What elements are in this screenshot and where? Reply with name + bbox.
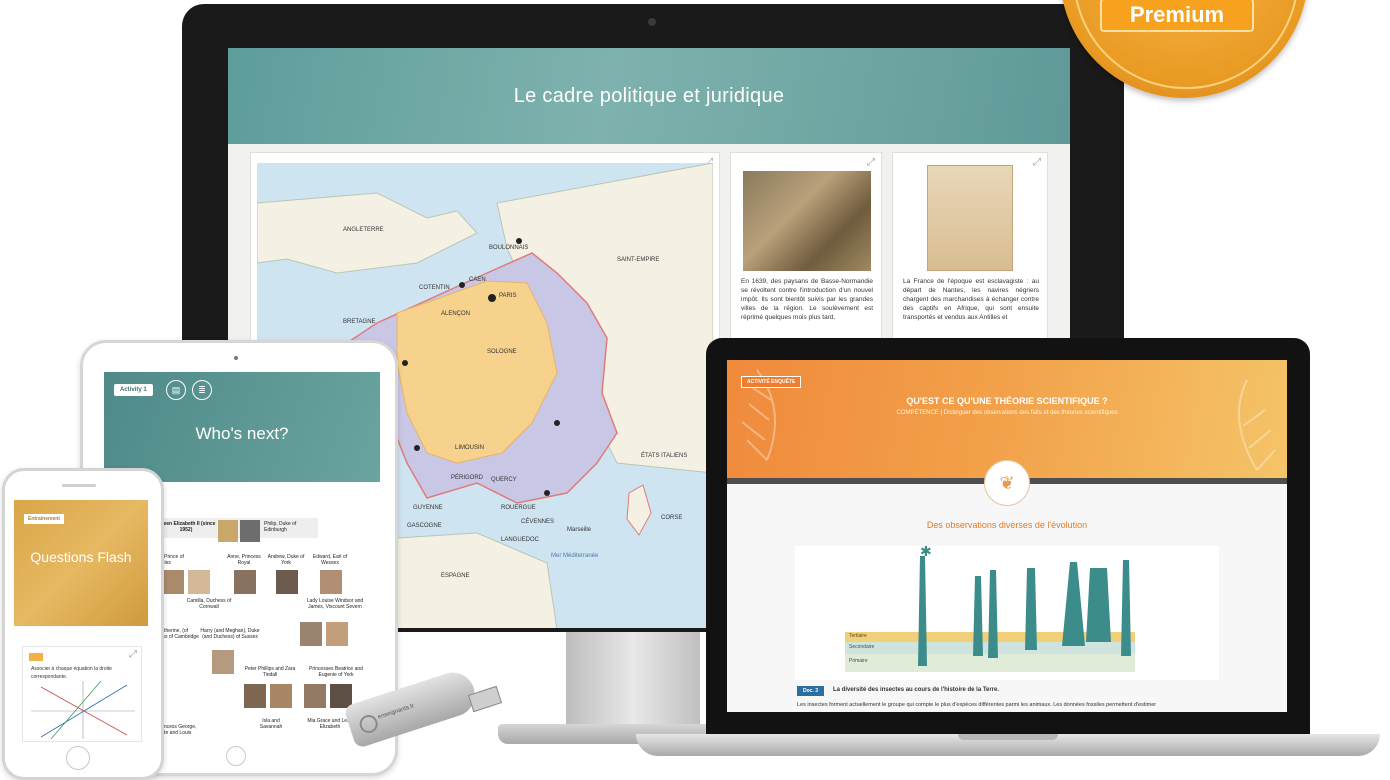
- activity-title: QU'EST CE QU'UNE THÉORIE SCIENTIFIQUE ?: [906, 396, 1108, 406]
- premium-label: Premium: [1100, 0, 1254, 32]
- document-card-2[interactable]: ⤢ La France de l'époque est esclavagiste…: [892, 152, 1048, 354]
- expand-icon[interactable]: ⤢: [129, 649, 137, 660]
- map-label: CAEN: [469, 277, 486, 283]
- card-caption: En 1639, des paysans de Basse-Normandie …: [741, 278, 873, 321]
- laptop-notch: [958, 734, 1058, 740]
- map-label: SOLOGNE: [487, 349, 517, 355]
- map-label: LANGUEDOC: [501, 537, 540, 543]
- monitor-camera: [648, 18, 656, 26]
- map-label: ANGLETERRE: [343, 227, 384, 233]
- portrait-avatar: [212, 650, 234, 674]
- tree-person: Andrew, Duke of York: [267, 554, 305, 566]
- doc-tag: Doc. 3: [797, 686, 825, 696]
- chart-layer-label: Secondaire: [849, 644, 875, 650]
- map-label: ALENÇON: [441, 311, 471, 317]
- activity-title: Who's next?: [195, 424, 289, 443]
- tree-person: Lady Louise Windsor and James, Viscount …: [306, 598, 364, 610]
- tree-person: Peter Phillips and Zara Tindall: [244, 666, 296, 678]
- activity-tag: ACTIVITÉ ENQUÊTE: [741, 376, 802, 388]
- portrait-avatar: [162, 570, 184, 594]
- map-label: BRETAGNE: [343, 319, 376, 325]
- map-label: Marseille: [567, 527, 592, 533]
- expand-icon[interactable]: ⤢: [1033, 157, 1041, 168]
- map-label: QUERCY: [491, 477, 517, 483]
- portrait-avatar: [320, 570, 342, 594]
- doc-text: Les insectes forment actuellement le gro…: [797, 702, 1157, 708]
- exercise-card[interactable]: ⤢ Associer à chaque équation la droite c…: [22, 646, 142, 742]
- tablet-camera: [234, 356, 238, 360]
- portrait-avatar: [326, 622, 348, 646]
- tree-person: Harry (and Meghan), Duke (and Duchess) o…: [200, 628, 260, 640]
- map-label: CORSE: [661, 515, 683, 521]
- map-label: Mer Méditerranée: [551, 553, 599, 559]
- portrait-avatar: [304, 684, 326, 708]
- portrait-avatar: [234, 570, 256, 594]
- map-label: LIMOUSIN: [455, 445, 485, 451]
- book-icon[interactable]: ▤: [166, 380, 186, 400]
- map-label: BOULONNAIS: [489, 245, 529, 251]
- map-label: PARIS: [499, 293, 517, 299]
- leaf-icon: ❦: [984, 460, 1030, 506]
- map-label: GUYENNE: [413, 505, 443, 511]
- ship-poster-image: [927, 165, 1013, 271]
- engraving-image: [743, 171, 871, 271]
- portrait-avatar: [276, 570, 298, 594]
- training-tag: Entrainement: [24, 514, 64, 524]
- graph-lines: [31, 681, 135, 739]
- usb-label: enseignants.fr: [377, 703, 416, 721]
- tree-person: Camilla, Duchess of Cornwall: [186, 598, 232, 610]
- svg-text:✱: ✱: [920, 546, 932, 559]
- map-label: GASCOGNE: [407, 523, 442, 529]
- tablet-home-button[interactable]: [226, 746, 246, 766]
- portrait-avatar: [270, 684, 292, 708]
- phone-home-button[interactable]: [66, 746, 90, 770]
- card-caption: La France de l'époque est esclavagiste :…: [903, 278, 1039, 321]
- exercise-number: [29, 653, 43, 661]
- page-title: Le cadre politique et juridique: [513, 84, 785, 107]
- tablet-header: Activity 1 ▤ ≣ Who's next?: [104, 372, 380, 482]
- map-label: CÉVENNES: [521, 519, 555, 525]
- chart-layer-label: Primaire: [849, 658, 868, 664]
- insect-chart: ✱ Tertiaire Secondaire Primaire: [795, 546, 1219, 680]
- phone-speaker: [62, 484, 96, 487]
- map-label: COTENTIN: [419, 285, 450, 291]
- chart-layer-label: Tertiaire: [849, 633, 867, 639]
- tree-person: Isla and Savannah: [259, 718, 283, 730]
- document-icon[interactable]: ≣: [192, 380, 212, 400]
- activity-label: Activity 1: [114, 384, 153, 396]
- map-label: SAINT-EMPIRE: [617, 257, 660, 263]
- portrait-avatar: [244, 684, 266, 708]
- tree-person: Philip, Duke of Edinburgh: [264, 521, 297, 533]
- phone-title: Questions Flash: [30, 549, 132, 565]
- usb-ring-icon: [357, 712, 381, 736]
- tree-person: Edward, Earl of Wessex: [312, 554, 348, 566]
- portrait-avatar: [300, 622, 322, 646]
- map-label: ROUERGUE: [501, 505, 536, 511]
- map-label: ÉTATS ITALIENS: [641, 453, 688, 459]
- laptop-screen: ACTIVITÉ ENQUÊTE QU'EST CE QU'UNE THÉORI…: [727, 360, 1287, 712]
- phone-screen: Entrainement Questions Flash ⤢ Associer …: [14, 500, 148, 742]
- phone-hero: Entrainement Questions Flash: [14, 500, 148, 626]
- tree-person: Anne, Princess Royal: [227, 554, 261, 566]
- exercise-instruction: Associer à chaque équation la droite cor…: [31, 666, 112, 680]
- document-card-1[interactable]: ⤢ En 1639, des paysans de Basse-Normandi…: [730, 152, 882, 354]
- tree-person: Queen Elizabeth II (since 1952): [156, 521, 216, 533]
- section-title: Des observations diverses de l'évolution: [926, 520, 1088, 530]
- portrait-avatar: [188, 570, 210, 594]
- map-label: ESPAGNE: [441, 573, 470, 579]
- monitor-header: Le cadre politique et juridique: [228, 48, 1070, 144]
- activity-subtitle: COMPÉTENCE | Distinguer des observations…: [896, 410, 1118, 416]
- doc-title: La diversité des insectes au cours de l'…: [833, 687, 1000, 693]
- portrait-avatar: [218, 520, 238, 542]
- portrait-avatar: [240, 520, 260, 542]
- map-label: PÉRIGORD: [451, 475, 484, 481]
- expand-icon[interactable]: ⤢: [867, 157, 875, 168]
- monitor-stand: [566, 632, 700, 728]
- tree-person: Princesses Beatrice and Eugenie of York: [309, 666, 363, 678]
